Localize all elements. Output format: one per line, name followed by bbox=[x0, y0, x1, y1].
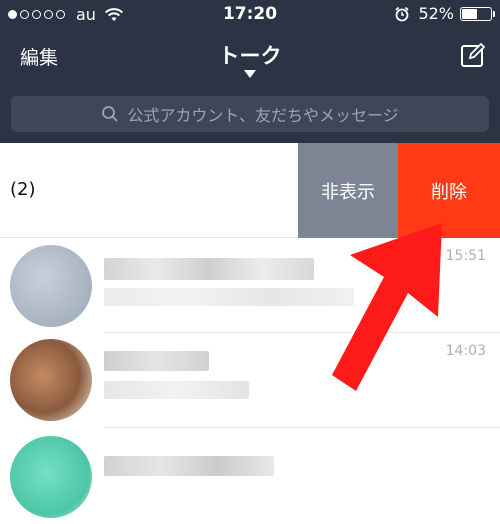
chevron-down-icon[interactable] bbox=[244, 70, 256, 78]
chat-name-blurred bbox=[104, 258, 314, 280]
avatar bbox=[10, 245, 92, 327]
chat-name-blurred bbox=[104, 456, 274, 476]
compose-icon[interactable] bbox=[460, 42, 486, 68]
chat-preview-blurred bbox=[104, 288, 354, 306]
chat-name-blurred bbox=[104, 351, 209, 371]
arrow-annotation-icon bbox=[332, 223, 442, 391]
alarm-icon bbox=[395, 6, 410, 21]
top-header: au 17:20 52% 編集 トーク 公式アカウント、友だちやメッセージ bbox=[0, 0, 500, 143]
status-bar: au 17:20 52% bbox=[0, 0, 500, 30]
battery-fill bbox=[462, 8, 477, 19]
avatar bbox=[10, 436, 92, 518]
avatar bbox=[10, 339, 92, 421]
chat-name: (2) bbox=[10, 179, 36, 200]
search-placeholder: 公式アカウント、友だちやメッセージ bbox=[127, 106, 399, 125]
search-input[interactable]: 公式アカウント、友だちやメッセージ bbox=[11, 96, 489, 132]
nav-bar: 編集 トーク bbox=[0, 30, 500, 88]
chat-preview-blurred bbox=[104, 381, 249, 399]
search-icon bbox=[102, 106, 118, 122]
status-right: 52% bbox=[394, 4, 495, 23]
page-title[interactable]: トーク bbox=[0, 40, 500, 70]
battery-percent: 52% bbox=[418, 4, 454, 23]
delete-button-label: 削除 bbox=[431, 181, 467, 203]
battery-icon bbox=[460, 6, 495, 21]
hide-button-label: 非表示 bbox=[321, 181, 375, 203]
list-item[interactable] bbox=[0, 428, 500, 523]
